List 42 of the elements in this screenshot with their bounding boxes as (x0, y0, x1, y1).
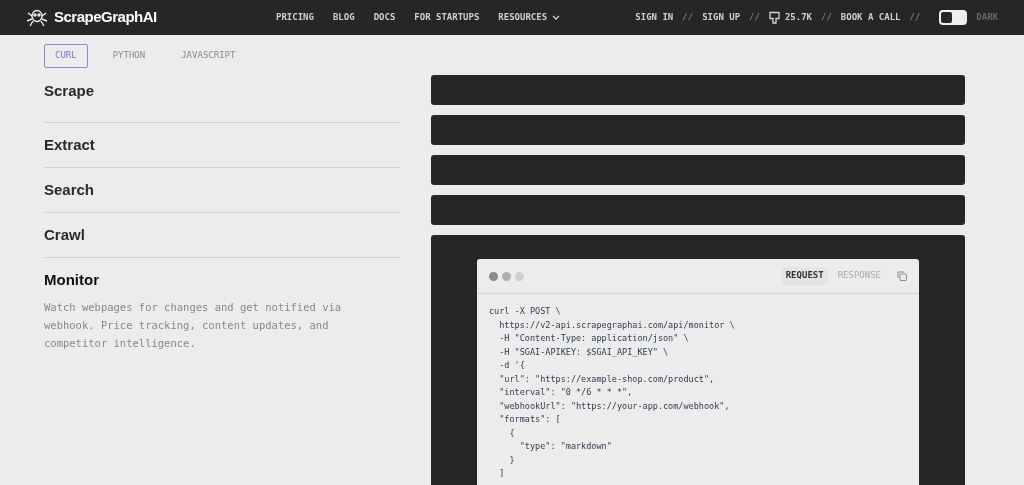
code-line: } (508, 453, 516, 467)
spider-logo-icon (26, 7, 48, 28)
separator-slashes: // (821, 10, 832, 24)
nav-link[interactable]: BOOK A CALL (840, 10, 901, 25)
toggle-knob (941, 12, 953, 23)
feature-title[interactable]: Extract (44, 134, 95, 157)
feature-title[interactable]: Scrape (44, 80, 95, 103)
code-line: "url": "https://example-shop.com/product", (498, 372, 716, 386)
copy-icon[interactable] (897, 271, 907, 281)
nav-link[interactable]: SIGN IN (635, 10, 674, 25)
github-icon (768, 11, 780, 24)
code-line: https://v2-api.scrapegraphai.com/api/monitor \ (498, 318, 736, 332)
code-line: { (508, 426, 516, 440)
feature-title[interactable]: Search (44, 179, 95, 202)
feature-description: Watch webpages for changes and get notified via webhook. Price tracking, content updates, and competitor intelligence. (44, 300, 343, 351)
brand-name[interactable]: ScrapeGraphAI (54, 6, 157, 29)
separator-slashes: // (749, 10, 760, 24)
nav-link[interactable]: DOCS (373, 10, 396, 25)
chevron-down-icon (552, 15, 561, 20)
separator-slashes: // (909, 10, 921, 24)
code-line: -d '{ (498, 359, 526, 372)
code-line: -H "Content-Type: application/json" \ (498, 332, 690, 345)
nav-link[interactable]: FOR STARTUPS (414, 10, 480, 25)
nav-link[interactable]: RESOURCES (498, 10, 561, 25)
code-line: -H "SGAI-APIKEY: $SGAI_API_KEY" \ (498, 345, 670, 359)
code-line: "type": "markdown" (518, 440, 613, 453)
nav-link[interactable]: BLOG (332, 10, 355, 25)
code-line: ] (498, 467, 506, 480)
code-line: "interval": "0 */6 * * *", (498, 386, 634, 399)
code-line: "webhookUrl": "https://your-app.com/webhook", (498, 399, 731, 413)
nav-link[interactable]: SIGN UP (702, 10, 741, 25)
toggle-label: DARK (976, 10, 998, 24)
feature-title[interactable]: Monitor (44, 269, 99, 292)
code-tab[interactable]: REQUEST (781, 267, 828, 285)
theme-toggle[interactable] (939, 10, 968, 25)
code-line: curl -X POST \ (489, 305, 562, 318)
feature-title[interactable]: Crawl (44, 224, 85, 247)
github-stars-link[interactable]: 25.7K (768, 10, 812, 25)
separator-slashes: // (682, 10, 694, 24)
nav-link[interactable]: PRICING (276, 10, 314, 25)
code-line: "formats": [ (498, 413, 562, 426)
language-tab[interactable]: CURL (44, 44, 88, 68)
